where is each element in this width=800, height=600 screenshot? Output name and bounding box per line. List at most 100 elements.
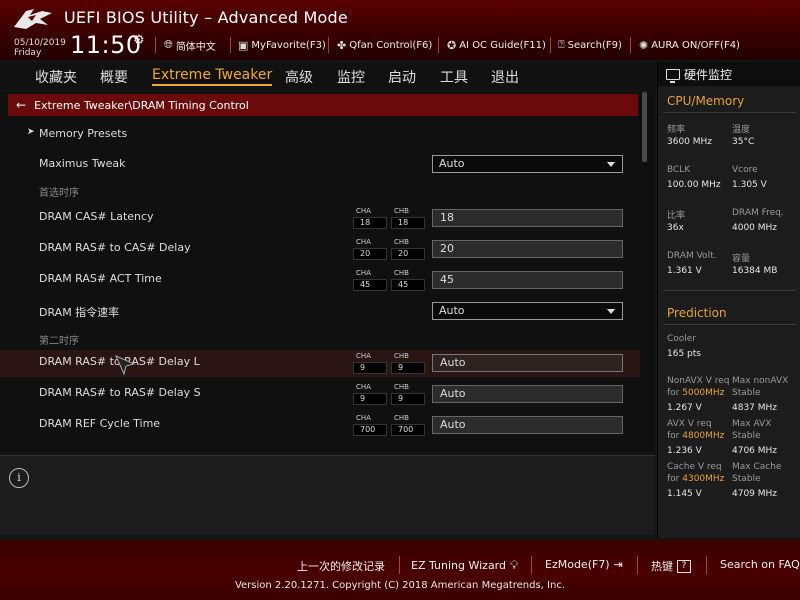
divider: [663, 112, 796, 113]
tab-monitor[interactable]: 监控: [337, 67, 365, 87]
chb-caption: CHB: [394, 238, 409, 246]
footer-divider: [637, 556, 638, 574]
back-arrow-icon[interactable]: ←: [16, 98, 26, 112]
language-button[interactable]: 🌐︎ 简体中文: [164, 38, 216, 53]
hotkeys-button[interactable]: 热键 ?: [651, 558, 691, 574]
ras-act-time-input[interactable]: 45: [432, 271, 623, 289]
cache-voltage: 1.145 V: [667, 489, 702, 499]
max-avx-label: Max AVX: [732, 419, 772, 429]
maximus-tweak-value: Auto: [439, 157, 465, 170]
cha-value: 700: [353, 424, 387, 436]
toolbar-divider: [550, 37, 551, 53]
last-modified-button[interactable]: 上一次的修改记录: [297, 558, 385, 574]
cha-caption: CHA: [356, 269, 371, 277]
tab-favorites[interactable]: 收藏夹: [35, 67, 77, 87]
ras-to-ras-l-row[interactable]: DRAM RAS# to RAS# Delay L CHA 9 CHB 9 Au…: [0, 352, 640, 374]
footer-bar: 上一次的修改记录 EZ Tuning Wizard 💡︎ EzMode(F7) …: [0, 540, 800, 600]
search-icon: ⍰: [558, 38, 565, 51]
command-rate-row: DRAM 指令速率 Auto: [0, 302, 640, 322]
search-faq-button[interactable]: Search on FAQ: [720, 558, 800, 571]
breadcrumb-path: Extreme Tweaker\DRAM Timing Control: [34, 98, 249, 112]
day-text: Friday: [14, 48, 42, 58]
qfan-control-button[interactable]: ✤ Qfan Control(F6): [337, 38, 432, 52]
aura-toggle-button[interactable]: ✺ AURA ON/OFF(F4): [639, 38, 740, 52]
version-text: Version 2.20.1271. Copyright (C) 2018 Am…: [234, 580, 566, 591]
section-primary-timings: 首选时序: [39, 188, 79, 199]
max-nonavx-stable: Stable: [732, 388, 761, 398]
info-icon: i: [9, 468, 29, 488]
cha-caption: CHA: [356, 383, 371, 391]
favorite-icon: ▣: [238, 38, 249, 52]
cha-value: 9: [353, 393, 387, 405]
chb-caption: CHB: [394, 207, 409, 215]
command-rate-select[interactable]: Auto: [432, 302, 623, 320]
tab-exit[interactable]: 退出: [491, 67, 519, 87]
chevron-down-icon: [607, 162, 615, 167]
vcore-label: Vcore: [732, 165, 758, 175]
fan-icon: ✤: [337, 38, 347, 52]
cha-caption: CHA: [356, 414, 371, 422]
maximus-tweak-row: Maximus Tweak Auto: [0, 155, 640, 175]
cha-value: 18: [353, 217, 387, 229]
help-info-bar: i: [0, 455, 655, 535]
maximus-tweak-label: Maximus Tweak: [39, 157, 126, 170]
clock-time[interactable]: 11:50: [70, 31, 142, 59]
vcore-value: 1.305 V: [732, 180, 767, 190]
footer-divider: [706, 556, 707, 574]
date-text: 05/10/2019: [14, 38, 66, 48]
nonavx-for: for 5000MHz: [667, 388, 724, 398]
toolbar-divider: [230, 37, 231, 53]
ratio-value: 36x: [667, 223, 684, 233]
nonavx-voltage: 1.267 V: [667, 403, 702, 413]
exit-to-ez-icon: ⇥: [613, 558, 623, 571]
chb-caption: CHB: [394, 414, 409, 422]
tab-main[interactable]: 概要: [100, 67, 128, 87]
tab-boot[interactable]: 启动: [388, 67, 416, 87]
tab-advanced[interactable]: 高级: [285, 67, 313, 87]
clock-settings-gear-icon[interactable]: ⚙: [133, 33, 145, 48]
for-text: for: [667, 388, 680, 398]
cha-value: 20: [353, 248, 387, 260]
ez-tuning-wizard-button[interactable]: EZ Tuning Wizard 💡︎: [411, 558, 518, 573]
frequency-value: 3600 MHz: [667, 137, 713, 147]
for-text: for: [667, 431, 680, 441]
my-favorite-button[interactable]: ▣ MyFavorite(F3): [238, 38, 326, 52]
maximus-tweak-select[interactable]: Auto: [432, 155, 623, 173]
language-label: 简体中文: [175, 41, 216, 53]
tab-tool[interactable]: 工具: [440, 67, 468, 87]
ras-to-ras-s-row: DRAM RAS# to RAS# Delay S CHA 9 CHB 9 Au…: [0, 383, 640, 405]
chb-value: 18: [391, 217, 425, 229]
dram-freq-value: 4000 MHz: [732, 223, 778, 233]
cas-latency-input[interactable]: 18: [432, 209, 623, 227]
ezmode-button[interactable]: EzMode(F7) ⇥: [545, 558, 623, 571]
temperature-value: 35°C: [732, 137, 755, 147]
ref-cycle-time-label: DRAM REF Cycle Time: [39, 417, 161, 430]
memory-presets-item[interactable]: ➤ Memory Presets: [0, 127, 640, 141]
breadcrumb[interactable]: ← Extreme Tweaker\DRAM Timing Control: [8, 94, 638, 116]
search-button[interactable]: ⍰ Search(F9): [558, 38, 622, 52]
cooler-label: Cooler: [667, 334, 697, 344]
chb-caption: CHB: [394, 383, 409, 391]
ras-to-cas-label: DRAM RAS# to CAS# Delay: [39, 241, 191, 254]
ras-to-cas-row: DRAM RAS# to CAS# Delay CHA 20 CHB 20 20: [0, 238, 640, 260]
scrollbar[interactable]: [642, 92, 647, 162]
max-cache-value: 4709 MHz: [732, 489, 778, 499]
bclk-value: 100.00 MHz: [667, 180, 721, 190]
chb-value: 9: [391, 393, 425, 405]
max-nonavx-value: 4837 MHz: [732, 403, 778, 413]
ez-tuning-wizard-label: EZ Tuning Wizard: [411, 559, 506, 572]
ras-to-ras-s-input[interactable]: Auto: [432, 385, 623, 403]
ref-cycle-time-input[interactable]: Auto: [432, 416, 623, 434]
ezmode-label: EzMode(F7): [545, 558, 610, 571]
ras-to-cas-input[interactable]: 20: [432, 240, 623, 258]
toolbar-divider: [328, 37, 329, 53]
hardware-monitor-panel: 硬件监控 CPU/Memory 频率 温度 3600 MHz 35°C BCLK…: [657, 62, 800, 538]
cpu-memory-title: CPU/Memory: [667, 94, 745, 108]
temperature-label: 温度: [732, 125, 751, 135]
tab-extreme-tweaker[interactable]: Extreme Tweaker: [152, 67, 273, 86]
chb-value: 700: [391, 424, 425, 436]
max-avx-stable: Stable: [732, 431, 761, 441]
ai-oc-guide-button[interactable]: ✪ AI OC Guide(F11): [447, 38, 546, 52]
ras-to-ras-l-input[interactable]: Auto: [432, 354, 623, 372]
ai-oc-icon: ✪: [447, 38, 457, 52]
